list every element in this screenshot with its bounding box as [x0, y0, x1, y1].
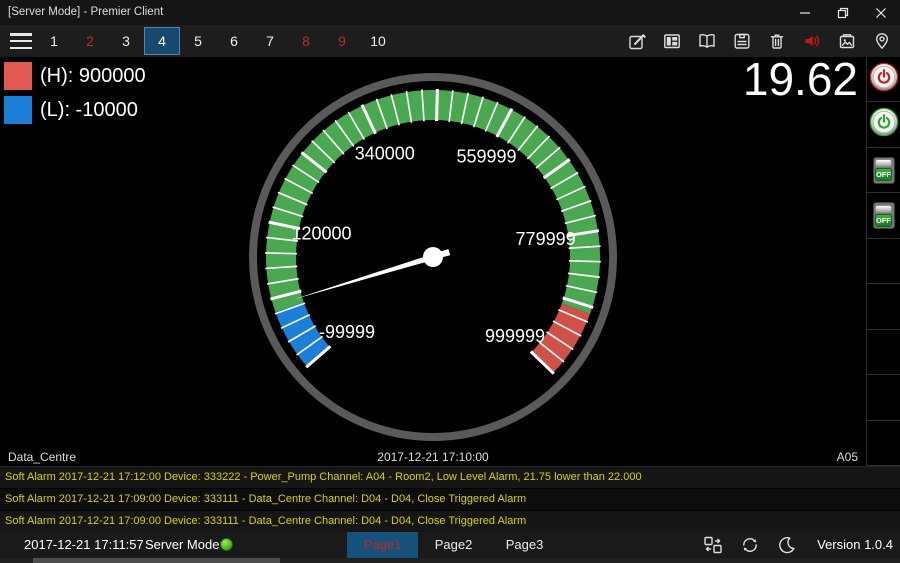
tab-5[interactable]: 5 — [180, 27, 216, 55]
tab-6[interactable]: 6 — [216, 27, 252, 55]
main-area: (H): 900000 (L): -10000 19.62 -999991200… — [0, 57, 900, 466]
toggle-switch-1[interactable]: OFF — [873, 157, 895, 184]
location-pin-icon[interactable] — [871, 30, 893, 52]
status-bar: 2017-12-21 17:11:57 Server Mode Page1Pag… — [0, 532, 900, 558]
channel-id: A05 — [837, 450, 858, 464]
layout-icon[interactable] — [661, 30, 683, 52]
archive-box-icon[interactable] — [836, 30, 858, 52]
page-tab-page2[interactable]: Page2 — [418, 532, 489, 558]
threshold-legend: (H): 900000 (L): -10000 — [4, 62, 146, 130]
alarm-row-1[interactable]: Soft Alarm 2017-12-21 17:12:00 Device: 3… — [0, 467, 900, 489]
window-title: [Server Mode] - Premier Client — [8, 0, 163, 25]
control-sidebar: OFF OFF — [866, 57, 900, 466]
menu-icon[interactable] — [10, 33, 32, 49]
minimize-icon[interactable] — [786, 0, 824, 25]
svg-text:-99999: -99999 — [319, 322, 375, 342]
sidebar-cell-7 — [867, 330, 900, 375]
status-datetime: 2017-12-21 17:11:57 — [24, 532, 144, 558]
sidebar-cell-2 — [867, 102, 900, 147]
svg-text:999999: 999999 — [485, 326, 545, 346]
toolbar — [626, 30, 893, 52]
sidebar-cell-9 — [867, 421, 900, 466]
tab-8[interactable]: 8 — [288, 27, 324, 55]
svg-text:559999: 559999 — [456, 146, 516, 166]
svg-text:779999: 779999 — [516, 229, 576, 249]
book-icon[interactable] — [696, 30, 718, 52]
titlebar: [Server Mode] - Premier Client — [0, 0, 900, 25]
scrollbar-thumb[interactable] — [33, 558, 280, 563]
low-threshold-row: (L): -10000 — [4, 96, 146, 124]
page-tab-page1[interactable]: Page1 — [347, 532, 418, 558]
sidebar-cell-4: OFF — [867, 193, 900, 238]
journal-icon[interactable] — [731, 30, 753, 52]
high-threshold-row: (H): 900000 — [4, 62, 146, 90]
tab-10[interactable]: 10 — [360, 27, 396, 55]
tab-strip: 12345678910 — [36, 27, 396, 55]
high-threshold-swatch — [4, 62, 32, 90]
server-status-indicator — [220, 538, 233, 551]
power-button-green[interactable] — [869, 107, 899, 142]
switch-state-label: OFF — [875, 214, 892, 227]
gauge-footer: 2017-12-21 17:10:00 Data_Centre A05 — [0, 450, 866, 465]
tab-3[interactable]: 3 — [108, 27, 144, 55]
toggle-switch-2[interactable]: OFF — [873, 202, 895, 229]
version-label: Version 1.0.4 — [817, 532, 893, 558]
server-mode-label: Server Mode — [145, 532, 219, 558]
low-threshold-swatch — [4, 96, 32, 124]
night-mode-icon[interactable] — [777, 535, 797, 555]
layout-switch-icon[interactable] — [703, 535, 723, 555]
close-icon[interactable] — [862, 0, 900, 25]
tab-1[interactable]: 1 — [36, 27, 72, 55]
switch-knob — [875, 159, 892, 167]
sidebar-cell-6 — [867, 284, 900, 329]
trash-icon[interactable] — [766, 30, 788, 52]
sidebar-cell-5 — [867, 239, 900, 284]
current-value-readout: 19.62 — [743, 52, 858, 106]
status-icons — [703, 535, 797, 555]
tab-7[interactable]: 7 — [252, 27, 288, 55]
alarm-row-2[interactable]: Soft Alarm 2017-12-21 17:09:00 Device: 3… — [0, 489, 900, 511]
svg-text:340000: 340000 — [355, 144, 415, 164]
sidebar-cell-8 — [867, 375, 900, 420]
page-tab-page3[interactable]: Page3 — [489, 532, 560, 558]
gauge-display: -99999 120000 340000 559999 779999 999999 — [243, 67, 623, 447]
edit-icon[interactable] — [626, 30, 648, 52]
tab-2[interactable]: 2 — [72, 27, 108, 55]
tab-4[interactable]: 4 — [144, 27, 180, 55]
device-name: Data_Centre — [8, 450, 76, 464]
sidebar-cell-1 — [867, 57, 900, 102]
restore-icon[interactable] — [824, 0, 862, 25]
window-controls — [786, 0, 900, 25]
switch-knob — [875, 205, 892, 213]
horizontal-scrollbar[interactable] — [0, 558, 900, 563]
page-tabs: Page1Page2Page3 — [347, 532, 560, 558]
alarm-list: Soft Alarm 2017-12-21 17:12:00 Device: 3… — [0, 466, 900, 532]
power-button-red[interactable] — [869, 62, 899, 97]
gauge-timestamp: 2017-12-21 17:10:00 — [0, 450, 866, 464]
low-threshold-label: (L): -10000 — [40, 99, 138, 122]
sidebar-cell-3: OFF — [867, 148, 900, 193]
app-window: [Server Mode] - Premier Client 123456789… — [0, 0, 900, 563]
high-threshold-label: (H): 900000 — [40, 65, 146, 88]
tab-9[interactable]: 9 — [324, 27, 360, 55]
gauge-panel: (H): 900000 (L): -10000 19.62 -999991200… — [0, 57, 866, 466]
alarm-row-3[interactable]: Soft Alarm 2017-12-21 17:09:00 Device: 3… — [0, 511, 900, 533]
switch-state-label: OFF — [875, 168, 892, 181]
speaker-icon[interactable] — [801, 30, 823, 52]
sync-icon[interactable] — [740, 535, 760, 555]
svg-text:120000: 120000 — [291, 223, 351, 243]
